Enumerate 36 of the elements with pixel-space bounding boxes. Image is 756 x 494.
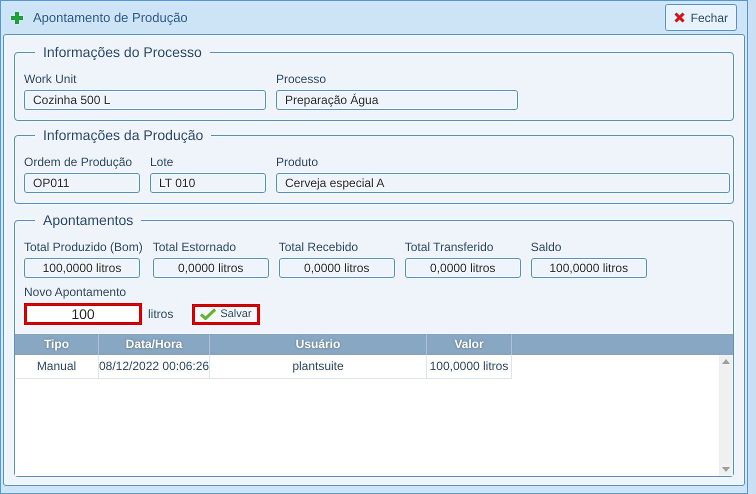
checkmark-icon: [200, 308, 216, 320]
total-field: 100,0000 litros: [530, 258, 647, 278]
quantity-input[interactable]: 100: [24, 303, 142, 325]
close-button[interactable]: Fechar: [664, 4, 737, 31]
field-label: Processo: [276, 72, 328, 86]
scrollbar[interactable]: [719, 355, 733, 476]
field-label: Total Produzido (Bom): [24, 240, 143, 254]
field-label: Ordem de Produção: [24, 155, 134, 169]
window-title: Apontamento de Produção: [33, 8, 188, 27]
save-button[interactable]: Salvar: [192, 304, 260, 324]
table-cell: Manual: [15, 355, 99, 379]
unit-label: litros: [148, 306, 174, 323]
text-field[interactable]: OP011: [24, 173, 140, 193]
field-label: Produto: [276, 155, 320, 169]
total-field: 0,0000 litros: [152, 258, 269, 278]
text-field[interactable]: Cerveja especial A: [276, 173, 730, 193]
text-field[interactable]: LT 010: [150, 173, 266, 193]
total-field: 0,0000 litros: [278, 258, 395, 278]
field-label: Lote: [150, 155, 174, 169]
table-cell: 100,0000 litros: [427, 355, 512, 379]
plus-icon: [11, 12, 23, 24]
field-label: Saldo: [530, 240, 562, 254]
field-label: Total Transferido: [404, 240, 494, 254]
field-label: Total Recebido: [278, 240, 360, 254]
field-label: Total Estornado: [152, 240, 238, 254]
total-field: 100,0000 litros: [24, 258, 140, 278]
text-field[interactable]: Cozinha 500 L: [24, 90, 266, 110]
text-field[interactable]: Preparação Água: [276, 90, 518, 110]
close-icon: [674, 12, 685, 23]
field-label: Novo Apontamento: [24, 285, 128, 299]
field-label: Work Unit: [24, 72, 78, 86]
total-field: 0,0000 litros: [404, 258, 521, 278]
up-arrow-icon: [722, 359, 730, 364]
table-cell: plantsuite: [210, 355, 427, 379]
table-cell: 08/12/2022 00:06:26: [99, 355, 210, 379]
down-arrow-icon: [722, 467, 730, 472]
